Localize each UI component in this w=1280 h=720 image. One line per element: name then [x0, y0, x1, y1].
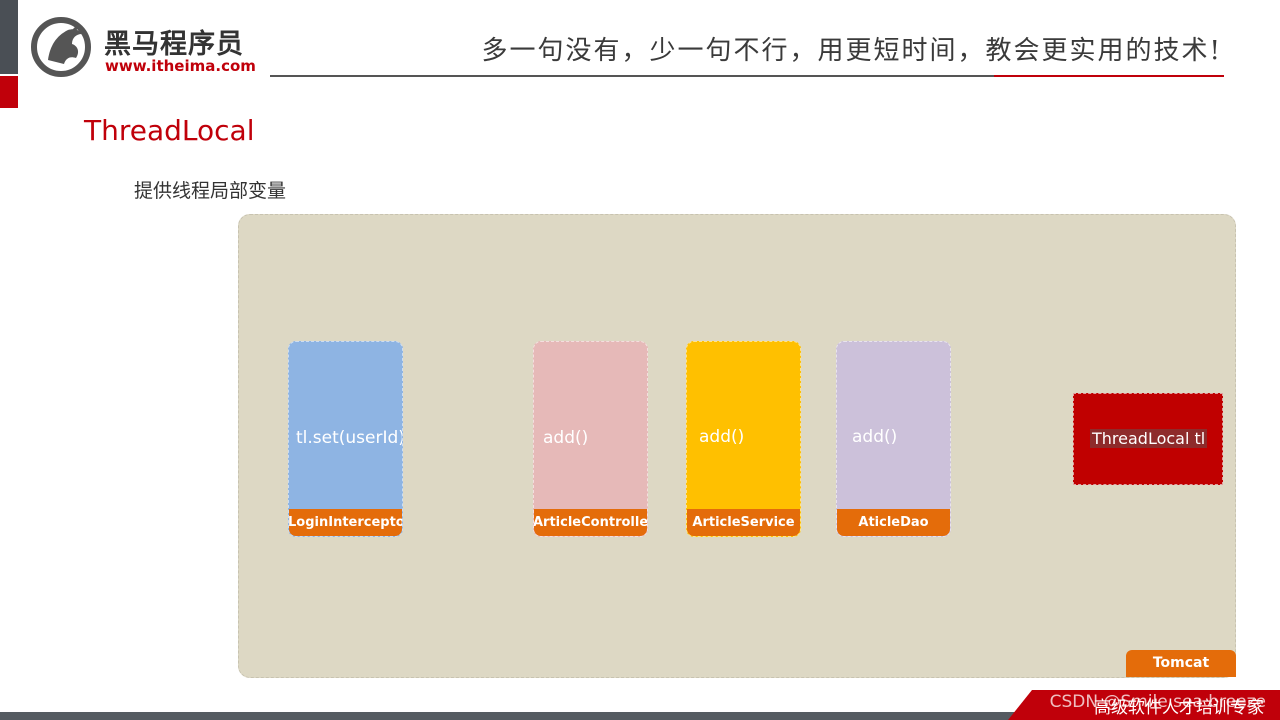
- component-method: add(): [852, 427, 898, 447]
- side-accent-red: [0, 76, 18, 108]
- component-label: AticleDao: [837, 509, 950, 536]
- tomcat-label: Tomcat: [1126, 650, 1236, 677]
- logo-text: 黑马程序员: [104, 29, 244, 60]
- component-method: add(): [543, 428, 589, 448]
- horse-logo-icon: [31, 17, 91, 77]
- itheima-logo: 黑马程序员 www.itheima.com: [30, 16, 260, 78]
- logo-url: www.itheima.com: [105, 57, 256, 75]
- slide-subtitle: 提供线程局部变量: [134, 180, 287, 202]
- slide-title: ThreadLocal: [84, 114, 255, 147]
- component-method: add(): [699, 427, 745, 447]
- component-method: tl.set(userId): [296, 428, 403, 448]
- threadlocal-label: ThreadLocal tl: [1090, 429, 1208, 448]
- header-slogan: 多一句没有，少一句不行，用更短时间，教会更实用的技术!: [481, 36, 1222, 66]
- side-accent-dark: [0, 0, 18, 74]
- header-divider: [270, 75, 994, 77]
- component-article-service: add() ArticleService: [686, 341, 801, 537]
- threadlocal-box: ThreadLocal tl: [1073, 393, 1223, 485]
- header-divider-accent: [994, 75, 1224, 77]
- component-label: ArticleController: [534, 509, 647, 536]
- component-article-controller: add() ArticleController: [533, 341, 648, 537]
- component-label: LoginInterceptor: [289, 509, 402, 536]
- component-label: ArticleService: [687, 509, 800, 536]
- component-login-interceptor: tl.set(userId) LoginInterceptor: [288, 341, 403, 537]
- csdn-watermark: CSDN @Smile sea breeze: [1049, 692, 1266, 712]
- component-aticle-dao: add() AticleDao: [836, 341, 951, 537]
